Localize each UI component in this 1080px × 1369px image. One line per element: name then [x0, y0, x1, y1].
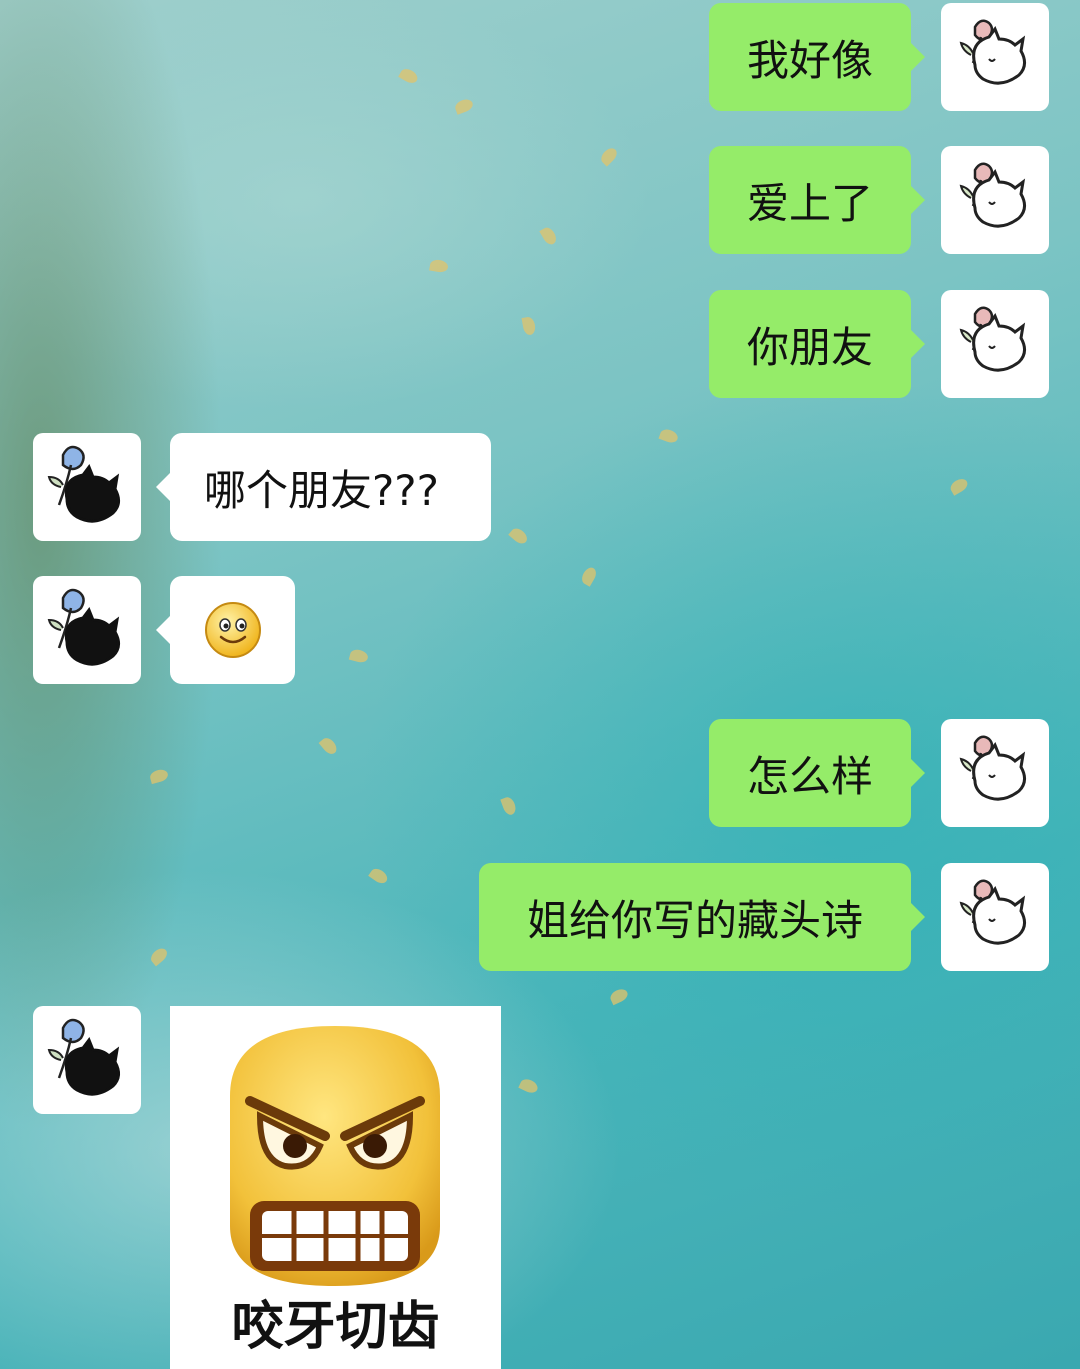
outgoing-message-bubble[interactable]: 爱上了 [709, 146, 925, 254]
background-leaf [148, 945, 170, 967]
self-avatar[interactable] [941, 863, 1049, 971]
background-leaf [608, 986, 630, 1006]
outgoing-message-bubble[interactable]: 怎么样 [709, 719, 925, 827]
incoming-message-bubble[interactable]: 哪个朋友??? [156, 433, 491, 541]
background-leaf [148, 767, 170, 785]
smile-emoji-icon [204, 602, 261, 658]
background-leaf [521, 316, 537, 336]
message-text: 爱上了 [746, 178, 873, 228]
sticker-caption: 咬牙切齿 [231, 1297, 440, 1357]
self-avatar[interactable] [941, 3, 1049, 111]
incoming-message-bubble[interactable] [156, 576, 295, 684]
background-leaf [429, 258, 449, 274]
self-avatar[interactable] [941, 290, 1049, 398]
pink-rose-cat-icon [959, 879, 1026, 945]
background-leaf [579, 565, 599, 587]
outgoing-message-bubble[interactable]: 你朋友 [709, 290, 925, 398]
background-leaf [508, 525, 530, 547]
background-leaf [318, 735, 340, 757]
message-text: 我好像 [746, 35, 873, 85]
chat-window: 我好像 爱上了 你朋友 哪个朋友??? 怎么样 姐给你写的藏头诗 咬牙切齿 [0, 0, 1080, 1369]
background-leaf [398, 66, 420, 86]
background-leaf [658, 427, 680, 445]
contact-avatar[interactable] [33, 576, 141, 684]
background-leaf [539, 225, 559, 247]
blue-rose-black-cat-icon [47, 445, 120, 523]
background-leaf [368, 865, 390, 887]
pink-rose-cat-icon [959, 735, 1026, 801]
contact-avatar[interactable] [33, 1006, 141, 1114]
message-text: 怎么样 [746, 751, 873, 801]
message-text: 姐给你写的藏头诗 [526, 895, 863, 945]
pink-rose-cat-icon [959, 306, 1026, 372]
background-leaf [453, 97, 475, 115]
angry-face-icon [230, 1026, 440, 1286]
message-text: 你朋友 [746, 322, 873, 372]
background-leaf [948, 476, 970, 496]
contact-avatar[interactable] [33, 433, 141, 541]
self-avatar[interactable] [941, 719, 1049, 827]
blue-rose-black-cat-icon [47, 588, 120, 666]
background-leaf [518, 1076, 540, 1096]
angry-face-sticker[interactable]: 咬牙切齿 [170, 1006, 501, 1369]
background-leaf [348, 647, 370, 665]
pink-rose-cat-icon [959, 19, 1026, 85]
outgoing-message-bubble[interactable]: 姐给你写的藏头诗 [479, 863, 925, 971]
self-avatar[interactable] [941, 146, 1049, 254]
outgoing-message-bubble[interactable]: 我好像 [709, 3, 925, 111]
background-leaf [598, 145, 620, 167]
background-leaf [500, 795, 518, 817]
message-text: 哪个朋友??? [204, 465, 439, 515]
pink-rose-cat-icon [959, 162, 1026, 228]
blue-rose-black-cat-icon [47, 1018, 120, 1096]
